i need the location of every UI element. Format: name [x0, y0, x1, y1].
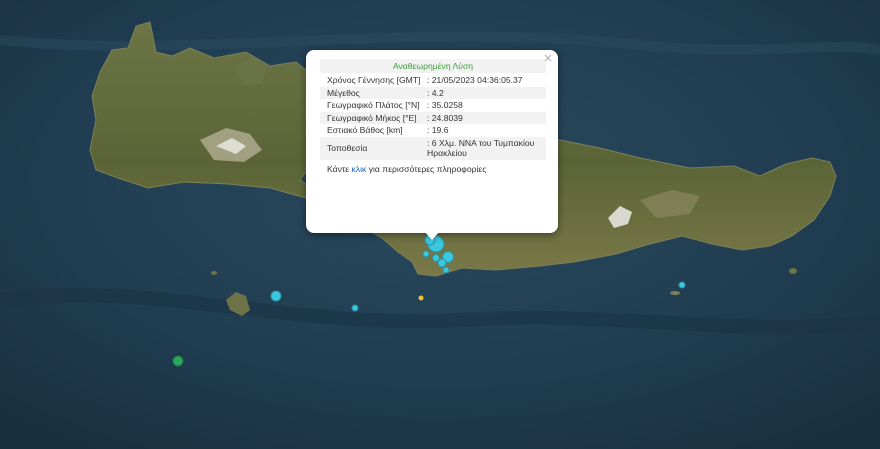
earthquake-marker[interactable] [351, 304, 359, 312]
field-value: : 6 Χλμ. ΝΝΑ του Τυμπακίου Ηρακλείου [423, 136, 546, 160]
earthquake-marker[interactable] [432, 254, 440, 262]
popup-title: Αναθεωρημένη Λύση [320, 59, 546, 73]
chrysi-island [670, 291, 680, 295]
field-value: : 4.2 [423, 86, 546, 99]
earthquake-marker-green[interactable] [172, 355, 184, 367]
field-label: Τοποθεσία [320, 136, 423, 160]
table-row: Χρόνος Γέννησης [GMT] : 21/05/2023 04:36… [320, 74, 546, 87]
more-suffix: για περισσότερες πληροφορίες [366, 163, 487, 174]
table-row: Γεωγραφικό Πλάτος [°N] : 35.0258 [320, 99, 546, 112]
field-value: : 24.8039 [423, 111, 546, 124]
earthquake-marker[interactable] [270, 290, 282, 302]
field-label: Γεωγραφικό Μήκος [°E] [320, 111, 423, 124]
field-value: : 35.0258 [427, 100, 463, 110]
field-label: Μέγεθος [320, 86, 423, 99]
earthquake-info-popup: × Αναθεωρημένη Λύση Χρόνος Γέννησης [GMT… [306, 50, 558, 233]
earthquake-marker-yellow[interactable] [418, 295, 424, 301]
table-row: Γεωγραφικό Μήκος [°E] : 24.8039 [320, 111, 546, 124]
table-row: Τοποθεσία : 6 Χλμ. ΝΝΑ του Τυμπακίου Ηρα… [320, 136, 546, 160]
more-info-link[interactable]: κλικ [352, 164, 367, 174]
more-prefix: Κάντε [327, 163, 352, 174]
table-row: Εστιακό Βάθος [km] : 19.6 [320, 124, 546, 137]
close-icon[interactable]: × [543, 52, 553, 64]
islet [789, 268, 797, 274]
info-table: Χρόνος Γέννησης [GMT] : 21/05/2023 04:36… [320, 74, 546, 160]
gavdopoula-island [211, 271, 217, 275]
field-label: Χρόνος Γέννησης [GMT] [327, 75, 421, 85]
popup-pointer [425, 232, 439, 240]
more-info-line: Κάντε κλικ για περισσότερες πληροφορίες [320, 160, 546, 174]
earthquake-marker[interactable] [678, 281, 686, 289]
earthquake-marker[interactable] [422, 250, 430, 258]
table-row: Μέγεθος : 4.2 [320, 86, 546, 99]
field-value: : 19.6 [427, 125, 449, 135]
field-value: : 21/05/2023 04:36:05.37 [427, 75, 523, 85]
earthquake-marker[interactable] [442, 266, 450, 274]
field-label: Γεωγραφικό Πλάτος [°N] [327, 100, 420, 110]
field-label: Εστιακό Βάθος [km] [327, 125, 403, 135]
